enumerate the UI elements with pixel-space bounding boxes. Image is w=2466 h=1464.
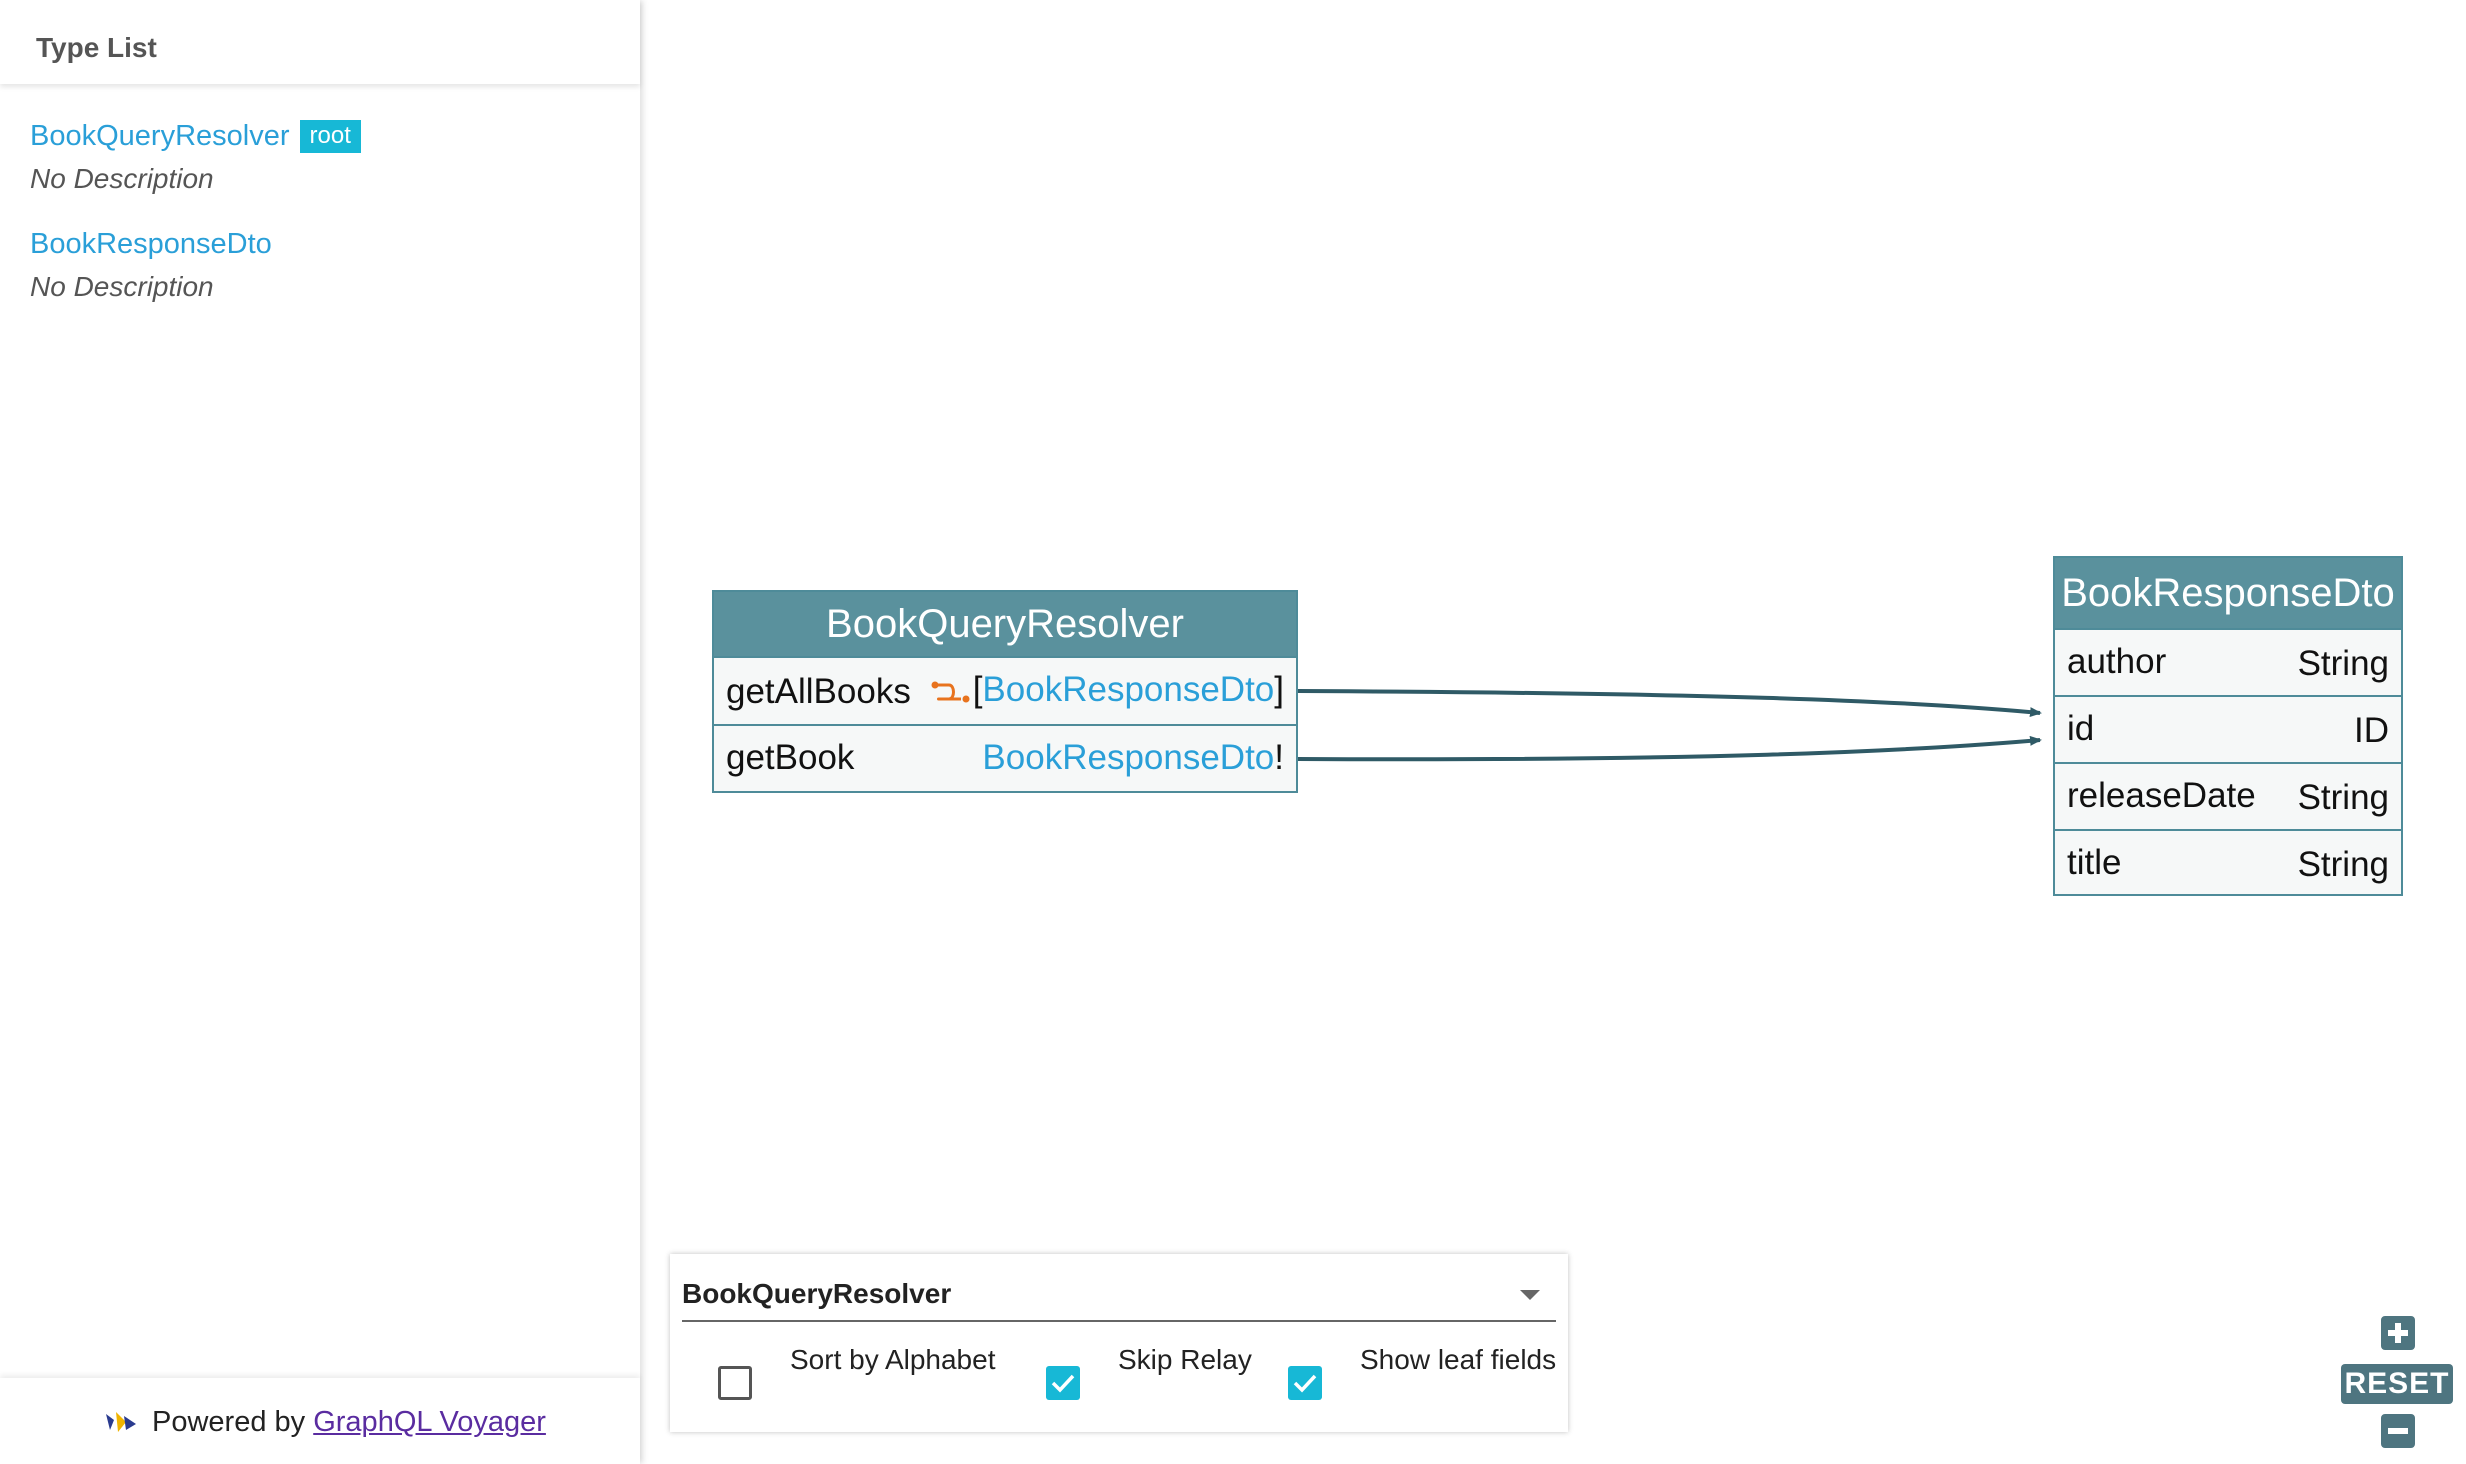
field-name: getBook [726, 738, 855, 777]
field-row-getAllBooks[interactable]: getAllBooks [BookResponseDto] [714, 656, 1296, 724]
chevron-down-icon[interactable] [1520, 1290, 1540, 1300]
type-description: No Description [30, 163, 214, 194]
field-type: [BookResponseDto] [931, 670, 1284, 710]
edge-getAllBooks[interactable] [1297, 689, 2042, 718]
sort-by-alphabet-checkbox[interactable] [718, 1366, 752, 1400]
powered-by-text: Powered by GraphQL Voyager [152, 1406, 546, 1439]
field-row-id[interactable]: id ID [2055, 695, 2401, 762]
type-bracket-close: ] [1274, 670, 1284, 709]
field-type: BookResponseDto! [982, 738, 1284, 778]
field-row-author[interactable]: author String [2055, 628, 2401, 695]
graphql-voyager-link[interactable]: GraphQL Voyager [313, 1406, 546, 1438]
field-type: ID [2354, 711, 2389, 750]
field-name: getAllBooks [726, 672, 911, 711]
field-row-releaseDate[interactable]: releaseDate String [2055, 762, 2401, 829]
field-name: releaseDate [2067, 776, 2256, 815]
settings-panel: BookQueryResolver Sort by Alphabet Skip … [670, 1254, 1568, 1432]
type-list-item: BookResponseDto No Description [30, 228, 272, 303]
type-link-book-query-resolver[interactable]: BookQueryResolver [30, 120, 290, 153]
type-link-book-response-dto[interactable]: BookResponseDto [30, 228, 272, 261]
sidebar-title: Type List [36, 32, 157, 63]
field-type: String [2297, 778, 2389, 817]
type-description: No Description [30, 271, 214, 302]
skip-relay-label[interactable]: Skip Relay [1118, 1344, 1252, 1376]
node-title[interactable]: BookQueryResolver [714, 592, 1296, 656]
sidebar-footer: Powered by GraphQL Voyager [0, 1378, 640, 1464]
show-leaf-fields-label[interactable]: Show leaf fields [1360, 1344, 1556, 1376]
type-list-sidebar: Type List BookQueryResolver root No Descr… [0, 0, 640, 1464]
type-list-item: BookQueryResolver root No Description [30, 120, 361, 195]
checkmark-icon [1051, 1374, 1075, 1393]
field-row-title[interactable]: title String [2055, 829, 2401, 894]
type-bracket-open: [ [972, 670, 983, 709]
type-link-book-response-dto[interactable]: BookResponseDto [982, 738, 1274, 777]
field-name: title [2067, 843, 2122, 882]
powered-by-prefix: Powered by [152, 1406, 306, 1438]
field-row-getBook[interactable]: getBook BookResponseDto! [714, 724, 1296, 791]
field-type: String [2297, 845, 2389, 884]
zoom-out-button[interactable] [2381, 1414, 2415, 1448]
type-non-null-mark: ! [1274, 738, 1284, 777]
voyager-app: BookQueryResolver getAllBooks [BookRespo… [0, 0, 2466, 1464]
checkmark-icon [1293, 1374, 1317, 1393]
field-name: id [2067, 709, 2095, 748]
node-book-query-resolver[interactable]: BookQueryResolver getAllBooks [BookRespo… [712, 590, 1298, 793]
sidebar-header: Type List [0, 0, 640, 84]
type-link-book-response-dto[interactable]: BookResponseDto [982, 670, 1274, 709]
field-type: String [2297, 644, 2389, 683]
skip-relay-checkbox[interactable] [1046, 1366, 1080, 1400]
field-name: author [2067, 642, 2167, 681]
root-type-select-value: BookQueryResolver [682, 1278, 952, 1309]
edge-getBook[interactable] [1297, 735, 2042, 762]
zoom-in-button[interactable] [2381, 1316, 2415, 1350]
show-leaf-fields-checkbox[interactable] [1288, 1366, 1322, 1400]
node-book-response-dto[interactable]: BookResponseDto author String id ID rele… [2053, 556, 2403, 896]
root-badge: root [299, 120, 361, 153]
root-type-select[interactable]: BookQueryResolver [682, 1270, 1556, 1322]
voyager-logo-icon [106, 1412, 136, 1432]
node-title[interactable]: BookResponseDto [2055, 558, 2401, 628]
relay-connection-icon [931, 681, 970, 703]
sort-by-alphabet-label[interactable]: Sort by Alphabet [790, 1344, 995, 1376]
reset-zoom-button[interactable]: RESET [2341, 1364, 2453, 1404]
